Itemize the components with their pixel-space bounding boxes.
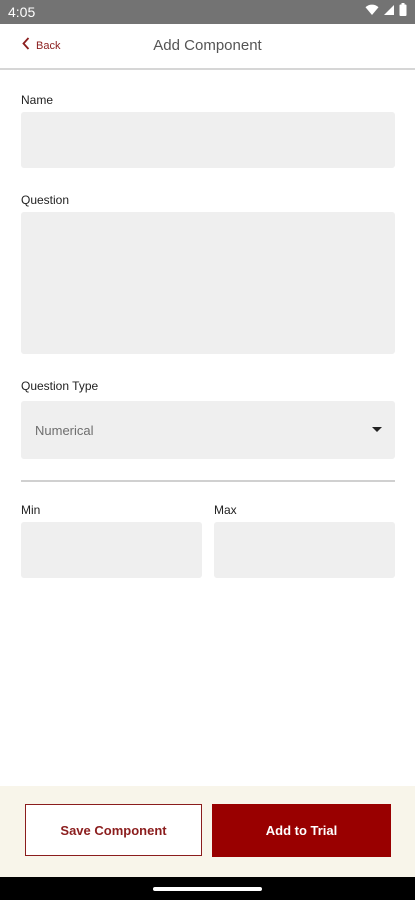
status-icons [365,3,407,21]
max-input[interactable] [214,522,395,578]
name-field-container [21,112,395,168]
min-field-container [21,522,202,578]
dropdown-arrow-icon [372,427,382,432]
section-divider [21,480,395,482]
max-label: Max [214,503,237,517]
min-label: Min [21,503,41,517]
max-field-container [214,522,395,578]
save-component-button[interactable]: Save Component [25,804,202,856]
action-footer: Save Component Add to Trial [0,786,415,877]
add-to-trial-button[interactable]: Add to Trial [212,804,391,857]
question-field-container [21,212,395,354]
question-type-value: Numerical [35,423,94,438]
min-input[interactable] [21,522,202,578]
question-label: Question [21,193,70,207]
wifi-icon [365,3,379,21]
question-type-label: Question Type [21,379,99,393]
app-header: Back Add Component [0,24,415,70]
battery-icon [399,3,407,21]
question-input[interactable] [21,212,395,354]
home-indicator[interactable] [153,887,262,891]
name-input[interactable] [21,112,395,168]
status-time: 4:05 [8,4,36,20]
question-type-select[interactable]: Numerical [21,401,395,459]
page-title: Add Component [153,37,262,54]
name-label: Name [21,93,54,107]
status-bar: 4:05 [0,0,415,24]
navigation-bar [0,877,415,900]
signal-icon [383,3,395,21]
